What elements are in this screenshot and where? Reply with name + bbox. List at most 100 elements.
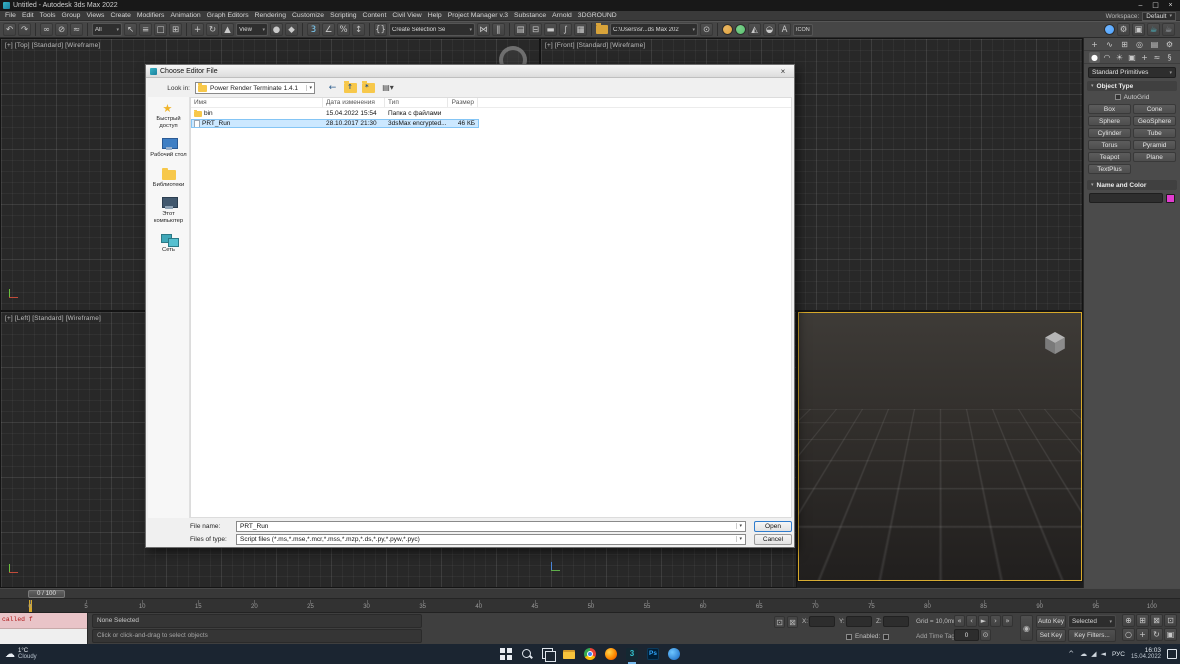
menu-help[interactable]: Help [425,11,445,20]
project-path-dropdown[interactable]: C:\Users\sr...ds Max 202 ▾ [610,23,698,36]
photoshop-taskbar-icon[interactable]: Ps [647,648,659,660]
primitive-button-plane[interactable]: Plane [1133,152,1176,162]
search-taskbar-icon[interactable] [521,648,533,660]
systems-icon[interactable]: § [1164,52,1175,63]
mirror-icon[interactable]: ⋈ [477,23,490,36]
select-and-link-icon[interactable]: ∞ [40,23,53,36]
zoom-extents-icon[interactable]: ⊠ [1150,614,1163,627]
column-header-имя[interactable]: Имя [191,98,323,107]
display-tab-icon[interactable]: ▤ [1149,39,1160,50]
menu-animation[interactable]: Animation [167,11,203,20]
auto-key-button[interactable]: Auto Key [1036,615,1066,628]
unlink-selection-icon[interactable]: ⊘ [55,23,68,36]
workspace-dropdown[interactable]: Default ▾ [1142,11,1176,21]
selection-lock-icon[interactable]: ⊠ [787,616,798,628]
new-folder-icon[interactable]: * [362,81,375,93]
look-in-dropdown[interactable]: Power Render Terminate 1.4.1 ▾ [195,82,315,94]
menu-content[interactable]: Content [360,11,390,20]
render-production-icon[interactable]: ☕ [1147,23,1160,36]
menu-file[interactable]: File [2,11,19,20]
z-coordinate-field[interactable] [883,616,909,627]
isolate-selection-icon[interactable]: ⊡ [774,616,785,628]
curve-editor-icon[interactable]: ∫ [559,23,572,36]
primitive-button-teapot[interactable]: Teapot [1088,152,1131,162]
modify-tab-icon[interactable]: ∿ [1104,39,1115,50]
space-warps-icon[interactable]: ≈ [1152,52,1163,63]
selection-set-dropdown[interactable]: Selected ▾ [1068,615,1116,628]
y-coordinate-field[interactable] [846,616,872,627]
zoom-extents-all-icon[interactable]: ⊡ [1164,614,1177,627]
up-one-level-icon[interactable]: ↑ [344,81,357,93]
menu-arnold[interactable]: Arnold [549,11,575,20]
column-header-тип[interactable]: Тип [385,98,448,107]
layer-explorer-icon[interactable]: ⊟ [529,23,542,36]
maximize-viewport-icon[interactable]: ▣ [1164,628,1177,641]
zoom-region-icon[interactable]: ○ [1122,628,1135,641]
menu-customize[interactable]: Customize [289,11,327,20]
network-icon[interactable]: ◢ [1091,650,1096,658]
weather-widget[interactable]: ☁ 1°C Cloudy [0,644,42,664]
orbit-icon[interactable]: ↻ [1150,628,1163,641]
pan-icon[interactable]: + [1136,628,1149,641]
arnold-icon[interactable]: A [778,23,791,36]
time-slider[interactable]: 0 / 100 [0,588,1180,599]
column-header-размер[interactable]: Размер [448,98,478,107]
lights-icon[interactable]: ☀ [1114,52,1125,63]
menu-substance[interactable]: Substance [511,11,549,20]
playback-button-1[interactable]: ‹ [966,615,977,627]
primitive-button-box[interactable]: Box [1088,104,1131,114]
select-and-rotate-icon[interactable]: ↻ [206,23,219,36]
checkbox-icon[interactable] [846,633,852,640]
primitive-button-cylinder[interactable]: Cylinder [1088,128,1131,138]
viewport-front-label[interactable]: [+] [Front] [Standard] [Wireframe] [545,42,645,49]
use-pivot-point-icon[interactable]: ● [270,23,283,36]
ribbon-icon[interactable]: ▬ [544,23,557,36]
volume-icon[interactable]: ◄ [1101,650,1106,658]
menu-modifiers[interactable]: Modifiers [134,11,168,20]
name-color-rollout-header[interactable]: Name and Color [1087,180,1177,190]
viewport-top-label[interactable]: [+] [Top] [Standard] [Wireframe] [5,42,100,49]
utilities-tab-icon[interactable]: ⚙ [1164,39,1175,50]
checkbox-icon[interactable] [883,633,890,640]
onedrive-icon[interactable]: ☁ [1080,650,1087,658]
helpers-icon[interactable]: + [1139,52,1150,63]
playback-button-2[interactable]: ► [978,615,989,627]
key-mode-icon[interactable]: ⊙ [980,629,991,641]
select-object-icon[interactable]: ↖ [124,23,137,36]
plugin-icon-green[interactable] [735,24,746,35]
back-icon[interactable]: ← [326,82,339,94]
primitive-button-textplus[interactable]: TextPlus [1088,164,1131,174]
selection-filter-dropdown[interactable]: All ▾ [92,23,122,36]
menu-edit[interactable]: Edit [19,11,37,20]
schematic-view-icon[interactable]: ▦ [574,23,587,36]
dialog-titlebar[interactable]: Choose Editor File × [146,65,794,78]
maximize-button[interactable]: □ [1148,0,1163,11]
material-editor-icon[interactable] [1104,24,1115,35]
substance-icon[interactable]: ◒ [763,23,776,36]
primitive-button-tube[interactable]: Tube [1133,128,1176,138]
motion-tab-icon[interactable]: ◎ [1134,39,1145,50]
object-name-field[interactable] [1089,193,1163,203]
plugin-icon-orange[interactable] [722,24,733,35]
3ds-max-taskbar-icon[interactable]: 3 [626,648,638,664]
current-frame-field[interactable]: 0 [954,629,979,641]
viewport-left-label[interactable]: [+] [Left] [Standard] [Wireframe] [5,315,101,322]
menu-3dground[interactable]: 3DGROUND [575,11,620,20]
edit-named-selections-icon[interactable]: {} [374,23,387,36]
geometry-icon[interactable]: ● [1089,51,1100,63]
menu-project-manager-v-3[interactable]: Project Manager v.3 [445,11,511,20]
playback-button-0[interactable]: « [954,615,965,627]
viewport-perspective[interactable] [797,311,1083,582]
cancel-button[interactable]: Cancel [754,533,792,545]
close-button[interactable]: × [1163,0,1178,11]
enabled-toggle[interactable]: Enabled: [846,633,890,640]
bind-to-space-warp-icon[interactable]: ≈ [70,23,83,36]
firefox-taskbar-icon[interactable] [605,648,617,660]
shapes-icon[interactable]: ◠ [1102,52,1113,63]
redo-icon[interactable]: ↷ [18,23,31,36]
undo-icon[interactable]: ↶ [3,23,16,36]
percent-snap-icon[interactable]: % [337,23,350,36]
key-filters-button[interactable]: Key Filters... [1068,629,1116,642]
rendered-frame-window-icon[interactable]: ▣ [1132,23,1145,36]
menu-civil-view[interactable]: Civil View [389,11,424,20]
